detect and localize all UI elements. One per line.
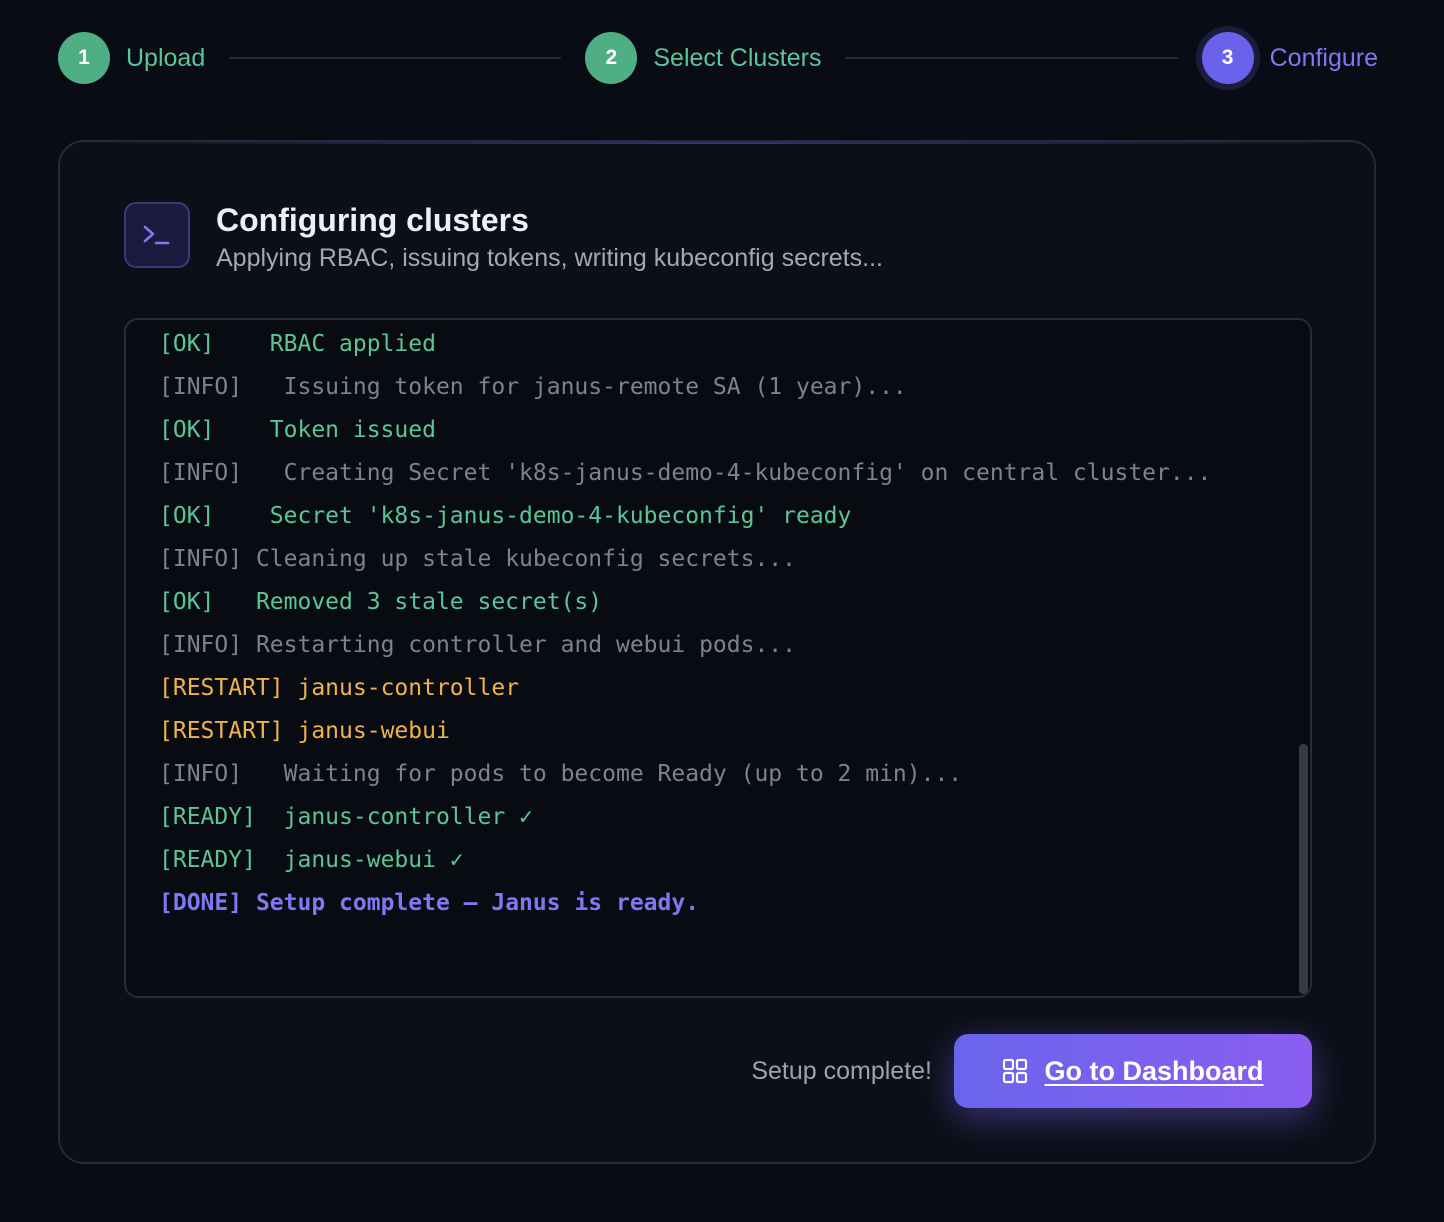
log-line: [OK] Secret 'k8s-janus-demo-4-kubeconfig… bbox=[159, 495, 1239, 538]
step-connector bbox=[845, 57, 1178, 59]
log-gap bbox=[242, 374, 284, 400]
log-line: [OK] Token issued bbox=[159, 409, 1239, 452]
log-message: Removed 3 stale secret(s) bbox=[255, 589, 603, 615]
log-tag: [INFO] bbox=[159, 761, 243, 787]
log-message: Cleaning up stale kubeconfig secrets... bbox=[255, 546, 796, 572]
log-line: [INFO] Waiting for pods to become Ready … bbox=[159, 753, 1239, 796]
step-configure[interactable]: 3 Configure bbox=[1201, 32, 1379, 84]
step-number: 2 bbox=[585, 32, 638, 84]
log-lines: [OK] RBAC applied [INFO] Issuing token fo… bbox=[159, 323, 1239, 925]
step-upload[interactable]: 1 Upload bbox=[58, 32, 205, 84]
step-select-clusters[interactable]: 2 Select Clusters bbox=[585, 32, 821, 84]
log-tag: [INFO] bbox=[159, 374, 243, 400]
stepper: 1 Upload 2 Select Clusters 3 Configure bbox=[58, 32, 1378, 84]
log-tag: [READY] bbox=[159, 804, 256, 830]
log-gap bbox=[214, 331, 269, 357]
log-tag: [INFO] bbox=[159, 460, 243, 486]
log-gap bbox=[256, 847, 284, 873]
log-line: [READY] janus-controller ✓ bbox=[159, 796, 1239, 839]
log-tag: [READY] bbox=[159, 847, 256, 873]
log-message: Issuing token for janus-remote SA (1 yea… bbox=[283, 374, 907, 400]
log-tag: [OK] bbox=[159, 589, 215, 615]
card-title: Configuring clusters bbox=[216, 202, 529, 238]
log-line: [RESTART] janus-webui bbox=[159, 710, 1239, 753]
log-tag: [OK] bbox=[159, 331, 215, 357]
go-to-dashboard-label: Go to Dashboard bbox=[1044, 1055, 1264, 1086]
status-text: Setup complete! bbox=[751, 1056, 932, 1085]
log-gap bbox=[214, 589, 256, 615]
log-message: janus-webui ✓ bbox=[283, 847, 464, 873]
log-message: Creating Secret 'k8s-janus-demo-4-kubeco… bbox=[283, 460, 1212, 486]
log-message: Setup complete — Janus is ready. bbox=[255, 890, 700, 916]
log-message: RBAC applied bbox=[269, 331, 436, 357]
log-gap bbox=[242, 546, 256, 572]
go-to-dashboard-button[interactable]: Go to Dashboard bbox=[954, 1034, 1312, 1108]
log-line: [DONE] Setup complete — Janus is ready. bbox=[159, 882, 1239, 925]
log-message: Waiting for pods to become Ready (up to … bbox=[283, 761, 963, 787]
log-gap bbox=[214, 503, 269, 529]
log-gap bbox=[284, 718, 298, 744]
log-message: Token issued bbox=[269, 417, 436, 443]
card-subtitle: Applying RBAC, issuing tokens, writing k… bbox=[216, 244, 883, 272]
log-output[interactable]: [OK] RBAC applied [INFO] Issuing token fo… bbox=[124, 318, 1312, 998]
step-label: Select Clusters bbox=[653, 43, 822, 72]
log-line: [INFO] Restarting controller and webui p… bbox=[159, 624, 1239, 667]
log-gap bbox=[256, 804, 284, 830]
log-tag: [INFO] bbox=[159, 546, 243, 572]
log-gap bbox=[214, 417, 269, 443]
log-tag: [RESTART] bbox=[159, 718, 284, 744]
step-label: Configure bbox=[1269, 43, 1379, 72]
log-gap bbox=[242, 460, 284, 486]
terminal-icon bbox=[124, 202, 190, 268]
log-line: [READY] janus-webui ✓ bbox=[159, 839, 1239, 882]
log-gap bbox=[284, 675, 298, 701]
log-gap bbox=[242, 761, 284, 787]
log-line: [OK] RBAC applied bbox=[159, 323, 1239, 366]
log-message: janus-controller ✓ bbox=[283, 804, 533, 830]
log-tag: [RESTART] bbox=[159, 675, 284, 701]
log-line: [INFO] Issuing token for janus-remote SA… bbox=[159, 366, 1239, 409]
configure-card: Configuring clusters Applying RBAC, issu… bbox=[58, 140, 1376, 1164]
dashboard-icon bbox=[1003, 1058, 1028, 1084]
log-message: janus-controller bbox=[297, 675, 520, 701]
log-message: Restarting controller and webui pods... bbox=[255, 632, 796, 658]
step-number: 1 bbox=[58, 32, 110, 84]
log-gap bbox=[242, 890, 256, 916]
log-tag: [OK] bbox=[159, 503, 215, 529]
log-line: [INFO] Cleaning up stale kubeconfig secr… bbox=[159, 538, 1239, 581]
log-message: Secret 'k8s-janus-demo-4-kubeconfig' rea… bbox=[269, 503, 852, 529]
card-header: Configuring clusters Applying RBAC, issu… bbox=[124, 202, 883, 276]
card-footer: Setup complete! Go to Dashboard bbox=[124, 1034, 1312, 1108]
step-number: 3 bbox=[1201, 32, 1254, 84]
log-tag: [INFO] bbox=[159, 632, 243, 658]
log-message: janus-webui bbox=[297, 718, 450, 744]
scrollbar[interactable] bbox=[1299, 744, 1308, 994]
log-line: [OK] Removed 3 stale secret(s) bbox=[159, 581, 1239, 624]
step-label: Upload bbox=[126, 43, 206, 72]
log-tag: [DONE] bbox=[159, 890, 243, 916]
log-tag: [OK] bbox=[159, 417, 215, 443]
step-connector bbox=[229, 57, 562, 59]
log-line: [RESTART] janus-controller bbox=[159, 667, 1239, 710]
log-line: [INFO] Creating Secret 'k8s-janus-demo-4… bbox=[159, 452, 1239, 495]
log-gap bbox=[242, 632, 256, 658]
